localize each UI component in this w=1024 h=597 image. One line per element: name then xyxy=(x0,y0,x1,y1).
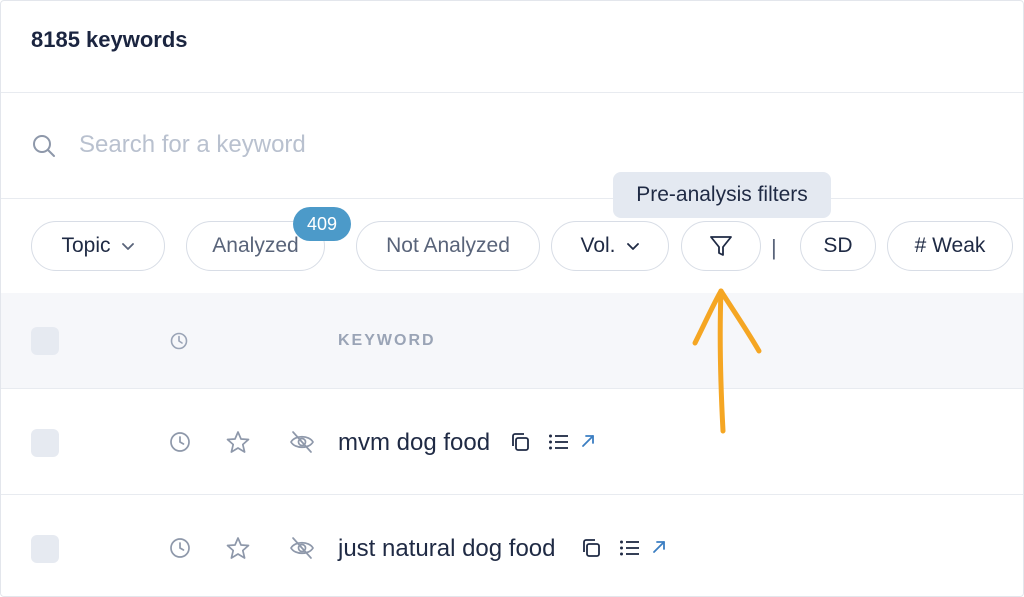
filter-separator: | xyxy=(771,235,777,260)
weak-sort-label: # Weak xyxy=(914,234,986,257)
panel-header: 8185 keywords xyxy=(1,1,1023,93)
clock-icon[interactable] xyxy=(168,536,192,560)
list-icon[interactable] xyxy=(619,539,641,557)
row-checkbox[interactable] xyxy=(31,429,59,457)
topic-filter-dropdown[interactable]: Topic xyxy=(31,221,165,271)
table-row[interactable]: just natural dog food xyxy=(1,495,1023,596)
table-row[interactable]: mvm dog food xyxy=(1,389,1023,495)
select-all-checkbox[interactable] xyxy=(31,327,59,355)
pre-analysis-tooltip: Pre-analysis filters xyxy=(613,172,831,218)
list-icon[interactable] xyxy=(548,433,570,451)
volume-filter-label: Vol. xyxy=(580,234,616,257)
keyword-text[interactable]: just natural dog food xyxy=(338,535,556,563)
analyzed-filter-label: Analyzed xyxy=(212,234,299,257)
chevron-down-icon xyxy=(121,243,134,250)
copy-icon[interactable] xyxy=(509,431,531,453)
not-analyzed-filter-label: Not Analyzed xyxy=(386,234,510,257)
table-header: KEYWORD xyxy=(1,293,1023,389)
volume-filter-dropdown[interactable]: Vol. xyxy=(551,221,669,271)
external-link-icon[interactable] xyxy=(651,539,667,555)
star-icon[interactable] xyxy=(225,535,251,561)
annotation-arrow-icon xyxy=(692,288,762,434)
topic-filter-label: Topic xyxy=(61,234,111,257)
search-input[interactable] xyxy=(79,125,679,165)
row-checkbox[interactable] xyxy=(31,535,59,563)
pre-analysis-filters-button[interactable] xyxy=(681,221,761,271)
star-icon[interactable] xyxy=(225,429,251,455)
eye-off-icon[interactable] xyxy=(288,429,316,455)
not-analyzed-filter-button[interactable]: Not Analyzed xyxy=(356,221,540,271)
funnel-icon xyxy=(710,236,732,256)
eye-off-icon[interactable] xyxy=(288,535,316,561)
clock-icon[interactable] xyxy=(169,331,189,351)
keyword-text[interactable]: mvm dog food xyxy=(338,429,490,457)
keywords-panel: 8185 keywords Topic Analyzed 409 Not Ana… xyxy=(0,0,1024,597)
search-bar xyxy=(1,93,1023,199)
weak-sort-button[interactable]: # Weak xyxy=(887,221,1013,271)
chevron-down-icon xyxy=(626,243,639,250)
keyword-count-title: 8185 keywords xyxy=(31,27,188,52)
sd-sort-label: SD xyxy=(823,234,853,257)
clock-icon[interactable] xyxy=(168,430,192,454)
keyword-column-header[interactable]: KEYWORD xyxy=(338,332,436,350)
external-link-icon[interactable] xyxy=(580,433,596,449)
search-icon xyxy=(33,135,55,157)
analyzed-count-badge: 409 xyxy=(293,207,351,241)
copy-icon[interactable] xyxy=(580,537,602,559)
sd-sort-button[interactable]: SD xyxy=(800,221,876,271)
filter-bar: Topic Analyzed 409 Not Analyzed Vol. | S… xyxy=(1,199,1023,293)
